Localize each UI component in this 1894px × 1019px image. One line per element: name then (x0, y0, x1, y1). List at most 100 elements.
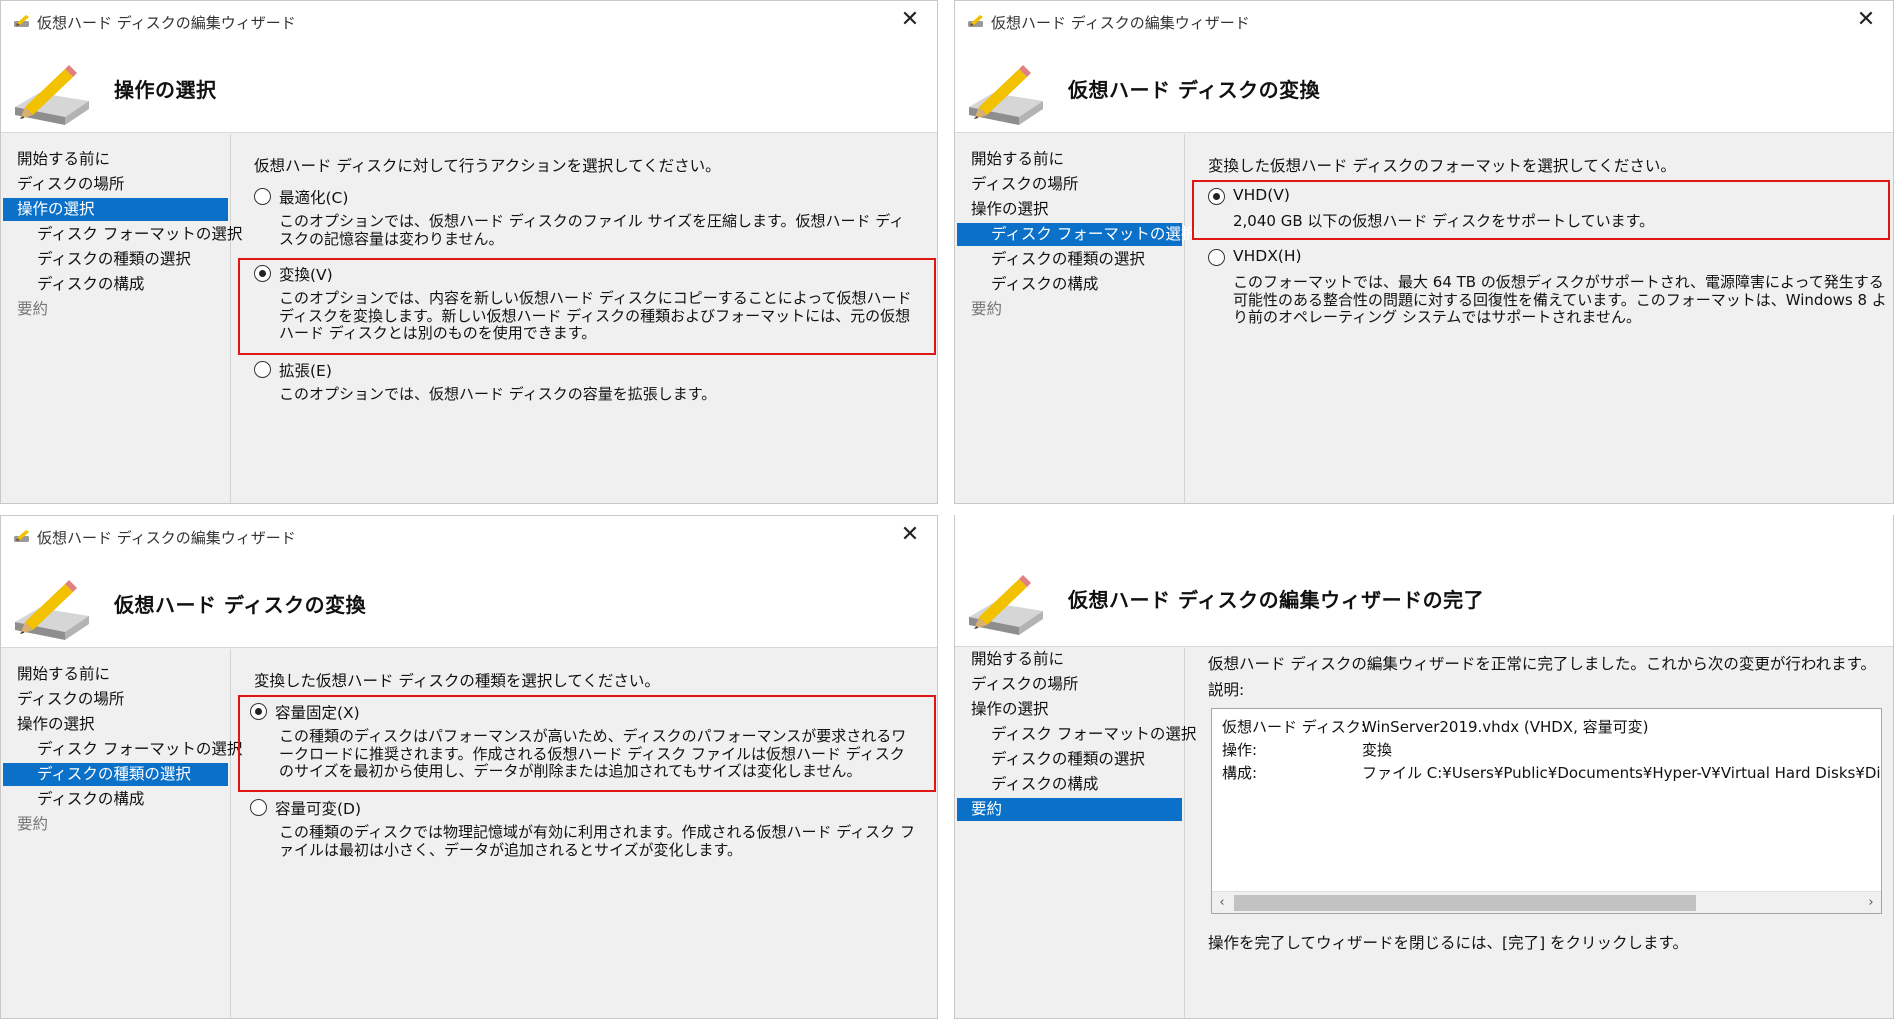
scroll-right-icon[interactable]: › (1861, 892, 1881, 913)
nav-item-choose-action[interactable]: 操作の選択 (3, 198, 228, 221)
summary-value-disk: WinServer2019.vhdx (VHDX, 容量可変) (1362, 718, 1649, 736)
close-icon[interactable]: ✕ (1853, 7, 1879, 33)
close-icon[interactable]: ✕ (897, 522, 923, 548)
nav-item-configure-disk[interactable]: ディスクの構成 (3, 273, 228, 296)
wizard-app-icon (14, 530, 29, 542)
title-bar: 仮想ハード ディスクの編集ウィザード ✕ (955, 1, 1893, 41)
disk-pencil-icon (969, 65, 1043, 125)
close-icon[interactable]: ✕ (897, 7, 923, 33)
disk-pencil-icon (969, 575, 1043, 635)
nav-item-configure-disk[interactable]: ディスクの構成 (3, 788, 228, 811)
page-header: 仮想ハード ディスクの変換 (955, 41, 1893, 133)
nav-item-choose-format[interactable]: ディスク フォーマットの選択 (3, 738, 242, 761)
summary-value-action: 変換 (1362, 741, 1393, 759)
option-label-dynamic[interactable]: 容量可変(D) (275, 797, 361, 819)
summary-key-action: 操作: (1222, 741, 1258, 759)
prompt-text: 変換した仮想ハード ディスクの種類を選択してください。 (254, 672, 660, 690)
nav-item-choose-type[interactable]: ディスクの種類の選択 (3, 763, 228, 786)
option-desc-compact: このオプションでは、仮想ハード ディスクのファイル サイズを圧縮します。仮想ハー… (279, 212, 905, 248)
finish-instruction: 操作を完了してウィザードを閉じるには、[完了] をクリックします。 (1208, 934, 1689, 952)
option-desc-vhd: 2,040 GB 以下の仮想ハード ディスクをサポートしています。 (1233, 212, 1655, 230)
radio-fixed-size[interactable] (250, 703, 267, 720)
content-area: 変換した仮想ハード ディスクのフォーマットを選択してください。 VHD(V) 2… (1186, 134, 1893, 503)
radio-dynamic[interactable] (250, 799, 267, 816)
wizard-app-icon (14, 15, 29, 27)
page-title: 仮想ハード ディスクの変換 (1068, 78, 1321, 102)
radio-compact[interactable] (254, 188, 271, 205)
option-desc-convert: このオプションでは、内容を新しい仮想ハード ディスクにコピーすることによって仮想… (279, 289, 912, 342)
nav-item-choose-format[interactable]: ディスク フォーマットの選択 (957, 723, 1196, 746)
disk-pencil-icon (15, 65, 89, 125)
nav-item-locate-disk[interactable]: ディスクの場所 (3, 688, 228, 711)
nav-item-before-you-begin[interactable]: 開始する前に (957, 148, 1182, 171)
wizard-panel-select-action: 仮想ハード ディスクの編集ウィザード ✕ 操作の選択 開始する前に ディスクの場… (0, 0, 938, 504)
summary-listbox[interactable]: 仮想ハード ディスク: WinServer2019.vhdx (VHDX, 容量… (1211, 708, 1882, 914)
horizontal-scrollbar[interactable]: ‹ › (1212, 891, 1881, 913)
option-label-convert[interactable]: 変換(V) (279, 263, 333, 285)
nav-item-choose-action[interactable]: 操作の選択 (957, 198, 1182, 221)
wizard-app-icon (968, 15, 983, 27)
summary-key-config: 構成: (1222, 764, 1258, 782)
page-title: 仮想ハード ディスクの変換 (114, 593, 367, 617)
wizard-panel-summary: 仮想ハード ディスクの編集ウィザードの完了 開始する前に ディスクの場所 操作の… (954, 515, 1894, 1019)
wizard-nav: 開始する前に ディスクの場所 操作の選択 ディスク フォーマットの選択 ディスク… (1, 134, 242, 503)
nav-item-choose-type[interactable]: ディスクの種類の選択 (957, 748, 1182, 771)
nav-item-before-you-begin[interactable]: 開始する前に (3, 148, 228, 171)
nav-item-before-you-begin[interactable]: 開始する前に (957, 648, 1182, 671)
option-label-fixed-size[interactable]: 容量固定(X) (275, 701, 360, 723)
option-desc-vhdx: このフォーマットでは、最大 64 TB の仮想ディスクがサポートされ、電源障害に… (1233, 273, 1887, 326)
radio-convert[interactable] (254, 265, 271, 282)
scroll-left-icon[interactable]: ‹ (1212, 892, 1232, 913)
content-area: 変換した仮想ハード ディスクの種類を選択してください。 容量固定(X) この種類… (232, 649, 937, 1018)
nav-item-summary[interactable]: 要約 (957, 798, 1182, 821)
page-header: 仮想ハード ディスクの変換 (1, 556, 937, 648)
summary-key-disk: 仮想ハード ディスク: (1222, 718, 1366, 736)
radio-expand[interactable] (254, 361, 271, 378)
nav-item-locate-disk[interactable]: ディスクの場所 (3, 173, 228, 196)
nav-item-choose-format[interactable]: ディスク フォーマットの選択 (3, 223, 242, 246)
nav-item-summary: 要約 (971, 300, 1003, 318)
highlight-box (1192, 180, 1890, 240)
summary-value-config: ファイル C:¥Users¥Public¥Documents¥Hyper-V¥V… (1362, 764, 1881, 782)
wizard-panel-choose-format: 仮想ハード ディスクの編集ウィザード ✕ 仮想ハード ディスクの変換 開始する前… (954, 0, 1894, 504)
nav-item-locate-disk[interactable]: ディスクの場所 (957, 673, 1182, 696)
option-label-compact[interactable]: 最適化(C) (279, 186, 348, 208)
title-bar: 仮想ハード ディスクの編集ウィザード ✕ (1, 1, 937, 41)
window-title: 仮想ハード ディスクの編集ウィザード (991, 14, 1250, 32)
option-label-expand[interactable]: 拡張(E) (279, 359, 332, 381)
content-area: 仮想ハード ディスクの編集ウィザードを正常に完了しました。これから次の変更が行わ… (1186, 648, 1893, 1018)
scrollbar-thumb[interactable] (1234, 895, 1696, 911)
nav-item-summary: 要約 (17, 815, 49, 833)
nav-item-choose-type[interactable]: ディスクの種類の選択 (957, 248, 1182, 271)
page-title: 仮想ハード ディスクの編集ウィザードの完了 (1068, 588, 1485, 612)
nav-item-choose-action[interactable]: 操作の選択 (3, 713, 228, 736)
disk-pencil-icon (15, 580, 89, 640)
page-header: 仮想ハード ディスクの編集ウィザードの完了 (955, 515, 1893, 647)
wizard-panel-choose-type: 仮想ハード ディスクの編集ウィザード ✕ 仮想ハード ディスクの変換 開始する前… (0, 515, 938, 1019)
option-desc-expand: このオプションでは、仮想ハード ディスクの容量を拡張します。 (279, 385, 717, 403)
content-area: 仮想ハード ディスクに対して行うアクションを選択してください。 最適化(C) こ… (232, 134, 937, 503)
nav-item-before-you-begin[interactable]: 開始する前に (3, 663, 228, 686)
option-label-vhdx[interactable]: VHDX(H) (1233, 247, 1302, 265)
page-header: 操作の選択 (1, 41, 937, 133)
nav-item-choose-action[interactable]: 操作の選択 (957, 698, 1182, 721)
nav-item-summary: 要約 (17, 300, 49, 318)
wizard-nav: 開始する前に ディスクの場所 操作の選択 ディスク フォーマットの選択 ディスク… (1, 649, 242, 1018)
description-label: 説明: (1208, 681, 1245, 699)
radio-vhd[interactable] (1208, 188, 1225, 205)
title-bar: 仮想ハード ディスクの編集ウィザード ✕ (1, 516, 937, 556)
nav-item-choose-format[interactable]: ディスク フォーマットの選択 (957, 223, 1196, 246)
window-title: 仮想ハード ディスクの編集ウィザード (37, 529, 296, 547)
wizard-nav: 開始する前に ディスクの場所 操作の選択 ディスク フォーマットの選択 ディスク… (955, 648, 1196, 1018)
nav-item-configure-disk[interactable]: ディスクの構成 (957, 273, 1182, 296)
option-label-vhd[interactable]: VHD(V) (1233, 186, 1290, 204)
nav-item-configure-disk[interactable]: ディスクの構成 (957, 773, 1182, 796)
page-title: 操作の選択 (114, 78, 217, 102)
option-desc-dynamic: この種類のディスクでは物理記憶域が有効に利用されます。作成される仮想ハード ディ… (279, 823, 915, 859)
nav-item-locate-disk[interactable]: ディスクの場所 (957, 173, 1182, 196)
wizard-nav: 開始する前に ディスクの場所 操作の選択 ディスク フォーマットの選択 ディスク… (955, 134, 1196, 503)
completion-text: 仮想ハード ディスクの編集ウィザードを正常に完了しました。これから次の変更が行わ… (1208, 655, 1877, 673)
nav-item-choose-type[interactable]: ディスクの種類の選択 (3, 248, 228, 271)
option-desc-fixed-size: この種類のディスクはパフォーマンスが高いため、ディスクのパフォーマンスが要求され… (279, 727, 907, 780)
radio-vhdx[interactable] (1208, 249, 1225, 266)
